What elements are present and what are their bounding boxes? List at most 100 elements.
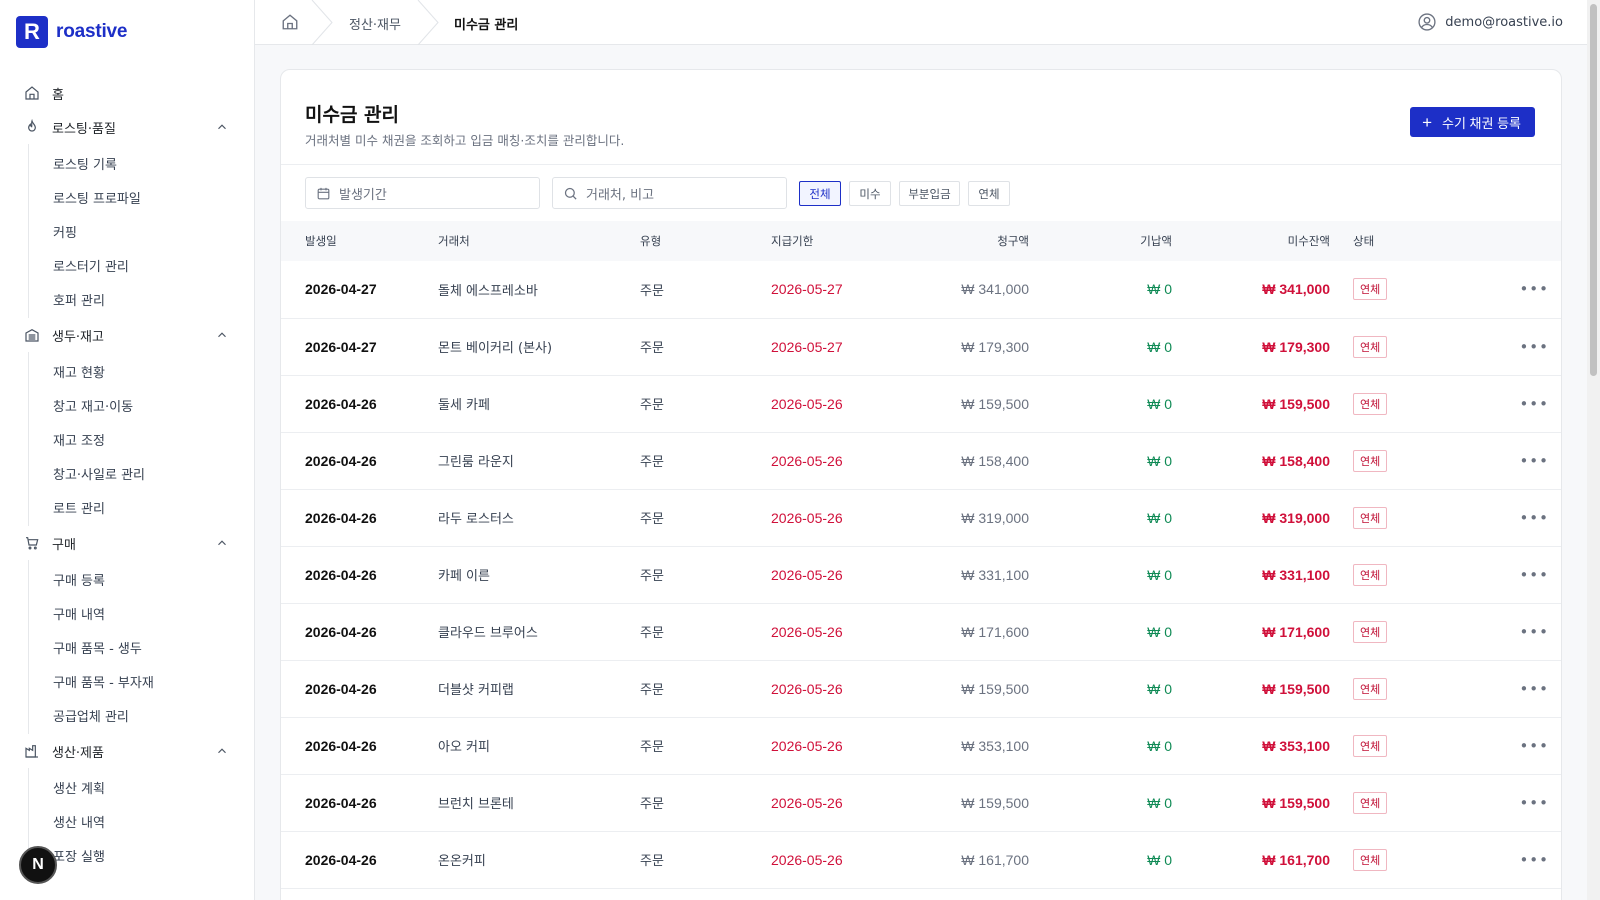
more-options-icon[interactable]: ••• xyxy=(1519,680,1549,698)
cell-date: 2026-04-26 xyxy=(281,774,438,832)
sidebar-item-4[interactable]: 생산·제품 xyxy=(0,734,254,768)
cart-icon xyxy=(24,535,40,551)
chevron-up-icon[interactable] xyxy=(215,328,229,342)
col-status[interactable]: 상태 xyxy=(1330,221,1470,261)
table-row[interactable]: 2026-04-26 라두 로스터스 주문 2026-05-26 ₩ 319,000 ₩ … xyxy=(281,489,1561,547)
table-row[interactable]: 2026-04-26 카페 이른 주문 2026-05-26 ₩ 331,100 ₩ 0 ₩… xyxy=(281,546,1561,604)
cell-date: 2026-04-26 xyxy=(281,660,438,718)
filter-chip-overdue[interactable]: 연체 xyxy=(968,181,1010,206)
sidebar-subitem[interactable]: 구매 내역 xyxy=(29,596,254,630)
scrollbar-thumb[interactable] xyxy=(1590,4,1597,376)
cell-status: 연체 xyxy=(1330,261,1470,319)
col-client[interactable]: 거래처 xyxy=(438,221,640,261)
col-type[interactable]: 유형 xyxy=(640,221,771,261)
home-icon xyxy=(24,85,40,101)
sidebar-subitem[interactable]: 구매 품목 - 부자재 xyxy=(29,664,254,698)
sidebar-subitem[interactable]: 재고 현황 xyxy=(29,354,254,388)
col-paid[interactable]: 기납액 xyxy=(1029,221,1172,261)
sidebar-subitem[interactable]: 창고·사일로 관리 xyxy=(29,456,254,490)
cell-actions: ••• xyxy=(1470,375,1561,433)
sidebar-subitem[interactable]: 구매 등록 xyxy=(29,562,254,596)
table-row[interactable]: 2026-04-26 그린룸 라운지 주문 2026-05-26 ₩ 158,400 ₩ … xyxy=(281,432,1561,490)
sidebar-item-3[interactable]: 구매 xyxy=(0,526,254,560)
page-scrollbar[interactable] xyxy=(1587,0,1600,900)
table-row[interactable]: 2026-04-26 더블샷 커피랩 주문 2026-05-26 ₩ 159,500 ₩ … xyxy=(281,660,1561,718)
more-options-icon[interactable]: ••• xyxy=(1519,794,1549,812)
more-options-icon[interactable]: ••• xyxy=(1519,851,1549,869)
chevron-up-icon[interactable] xyxy=(215,744,229,758)
user-menu[interactable]: demo@roastive.io xyxy=(1417,12,1563,32)
cell-date: 2026-04-26 xyxy=(281,603,438,661)
sidebar-item-1[interactable]: 로스팅·품질 xyxy=(0,110,254,144)
filter-chip-all[interactable]: 전체 xyxy=(799,181,841,206)
sidebar-submenu: 재고 현황 창고 재고·이동 재고 조정 창고·사일로 관리 로트 관리 xyxy=(28,352,254,526)
col-date[interactable]: 발생일 xyxy=(281,221,438,261)
floating-n-button[interactable]: N xyxy=(19,846,57,884)
sidebar-subitem[interactable]: 창고 재고·이동 xyxy=(29,388,254,422)
cell-actions: ••• xyxy=(1470,831,1561,889)
page-title: 미수금 관리 xyxy=(305,104,400,126)
chevron-up-icon[interactable] xyxy=(215,120,229,134)
sidebar-item-label: 생두·재고 xyxy=(52,329,104,345)
more-options-icon[interactable]: ••• xyxy=(1519,623,1549,641)
table-row[interactable]: 2026-04-27 돌체 에스프레소바 주문 2026-05-27 ₩ 341,000… xyxy=(281,261,1561,319)
col-balance[interactable]: 미수잔액 xyxy=(1172,221,1330,261)
sidebar-subitem[interactable]: 호퍼 관리 xyxy=(29,282,254,316)
more-options-icon[interactable]: ••• xyxy=(1519,452,1549,470)
cell-type: 주문 xyxy=(640,717,771,775)
sidebar-item-2[interactable]: 생두·재고 xyxy=(0,318,254,352)
breadcrumb-parent[interactable]: 정산·재무 xyxy=(349,14,401,33)
factory-icon xyxy=(24,743,40,759)
cell-status: 연체 xyxy=(1330,546,1470,604)
cell-client: 더블샷 커피랩 xyxy=(438,660,640,718)
sidebar-subitem[interactable]: 재고 조정 xyxy=(29,422,254,456)
home-icon[interactable] xyxy=(281,13,299,31)
sidebar-subitem[interactable]: 커핑 xyxy=(29,214,254,248)
table-row[interactable]: 2026-04-26 아오 커피 주문 2026-05-26 ₩ 353,100 ₩ 0 ₩… xyxy=(281,717,1561,775)
sidebar-subitem[interactable]: 로스터기 관리 xyxy=(29,248,254,282)
cell-claim-amount: ₩ 161,700 xyxy=(921,831,1029,889)
cell-paid-amount: ₩ 0 xyxy=(1029,318,1172,376)
sidebar-item-0[interactable]: 홈 xyxy=(0,76,254,110)
table-row[interactable]: 2026-04-26 온온커피 주문 2026-05-26 ₩ 161,700 ₩ 0 ₩ … xyxy=(281,831,1561,889)
col-claim[interactable]: 청구액 xyxy=(921,221,1029,261)
sidebar: R roastive 홈 로스팅·품질 로스팅 기록 로스팅 프로파일 커핑 로스터기 관… xyxy=(0,0,255,900)
cell-actions: ••• xyxy=(1470,660,1561,718)
filter-chip-partial[interactable]: 부분입금 xyxy=(899,181,960,206)
sidebar-subitem[interactable]: 생산 내역 xyxy=(29,804,254,838)
receivables-card: 미수금 관리 거래처별 미수 채권을 조회하고 입금 매칭·조치를 관리합니다.… xyxy=(280,69,1562,900)
calendar-icon xyxy=(317,187,330,199)
filter-chip-unpaid[interactable]: 미수 xyxy=(849,181,891,206)
add-manual-receivable-button[interactable]: + 수기 채권 등록 xyxy=(1410,107,1535,137)
more-options-icon[interactable]: ••• xyxy=(1519,280,1549,298)
more-options-icon[interactable]: ••• xyxy=(1519,566,1549,584)
table-row[interactable]: 2026-04-26 브런치 브론테 주문 2026-05-26 ₩ 159,500 ₩ … xyxy=(281,774,1561,832)
cell-due-date: 2026-05-26 xyxy=(771,660,921,718)
cell-type: 주문 xyxy=(640,831,771,889)
cell-due-date: 2026-05-26 xyxy=(771,717,921,775)
more-options-icon[interactable]: ••• xyxy=(1519,509,1549,527)
cell-client: 카페 이른 xyxy=(438,546,640,604)
status-badge: 연체 xyxy=(1353,278,1388,301)
table-row[interactable]: 2026-04-26 클라우드 브루어스 주문 2026-05-26 ₩ 171,600… xyxy=(281,603,1561,661)
sidebar-subitem[interactable]: 포장 실행 xyxy=(29,838,254,872)
table-row[interactable]: 2026-04-26 둘세 카페 주문 2026-05-26 ₩ 159,500 ₩ 0 ₩… xyxy=(281,375,1561,433)
sidebar-subitem[interactable]: 로스팅 기록 xyxy=(29,146,254,180)
col-due[interactable]: 지급기한 xyxy=(771,221,921,261)
date-range-input[interactable]: 발생기간 xyxy=(305,177,540,209)
sidebar-subitem[interactable]: 로스팅 프로파일 xyxy=(29,180,254,214)
search-input[interactable]: 거래처, 비고 xyxy=(552,177,787,209)
table-row[interactable]: 2026-04-27 몬트 베이커리 (본사) 주문 2026-05-27 ₩ 179,… xyxy=(281,318,1561,376)
sidebar-subitem[interactable]: 생산 계획 xyxy=(29,770,254,804)
more-options-icon[interactable]: ••• xyxy=(1519,395,1549,413)
more-options-icon[interactable]: ••• xyxy=(1519,737,1549,755)
cell-date: 2026-04-26 xyxy=(281,375,438,433)
sidebar-subitem[interactable]: 공급업체 관리 xyxy=(29,698,254,732)
sidebar-subitem[interactable]: 로트 관리 xyxy=(29,490,254,524)
brand[interactable]: R roastive xyxy=(16,16,127,48)
sidebar-subitem[interactable]: 구매 품목 - 생두 xyxy=(29,630,254,664)
table-header-row: 발생일 거래처 유형 지급기한 청구액 기납액 미수잔액 상태 xyxy=(281,221,1561,261)
more-options-icon[interactable]: ••• xyxy=(1519,338,1549,356)
chevron-up-icon[interactable] xyxy=(215,536,229,550)
sidebar-item-label: 생산·제품 xyxy=(52,745,104,761)
